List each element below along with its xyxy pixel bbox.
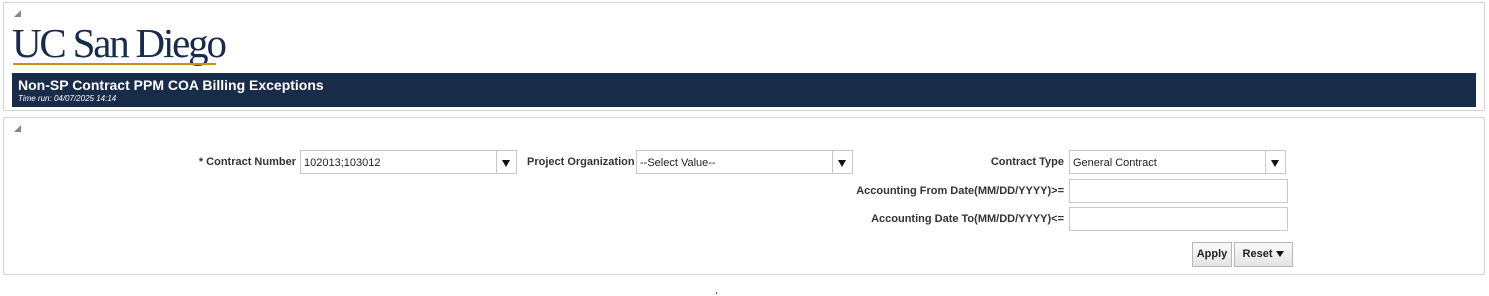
logo-underline — [13, 63, 216, 65]
report-header-panel: UC San Diego Non-SP Contract PPM COA Bil… — [3, 2, 1485, 111]
contract-type-label: Contract Type — [990, 156, 1064, 168]
project-organization-label: Project Organization — [527, 156, 635, 168]
accounting-date-to-label: Accounting Date To(MM/DD/YYYY)<= — [871, 213, 1064, 225]
project-organization-value: --Select Value-- — [640, 157, 716, 169]
contract-number-label: * Contract Number — [198, 156, 296, 168]
accounting-from-date-input[interactable] — [1069, 179, 1288, 203]
contract-number-value: 102013;103012 — [304, 157, 381, 169]
accounting-from-date-label: Accounting From Date(MM/DD/YYYY)>= — [856, 185, 1064, 197]
time-run-text: Time run: 04/07/2025 14:14 — [18, 94, 117, 103]
project-organization-dropdown-button[interactable] — [832, 151, 852, 173]
reset-button[interactable]: Reset — [1234, 242, 1293, 267]
accounting-date-to-input[interactable] — [1069, 207, 1288, 231]
report-title-bar: Non-SP Contract PPM COA Billing Exceptio… — [12, 73, 1476, 107]
dropdown-arrow-icon — [502, 160, 510, 167]
apply-button[interactable]: Apply — [1192, 242, 1232, 267]
contract-type-value: General Contract — [1073, 157, 1157, 169]
contract-type-select[interactable]: General Contract — [1069, 150, 1286, 174]
prompt-panel: * Contract Number 102013;103012 Project … — [3, 117, 1485, 275]
project-organization-select[interactable]: --Select Value-- — [636, 150, 853, 174]
reset-button-label: Reset — [1242, 248, 1273, 260]
report-title: Non-SP Contract PPM COA Billing Exceptio… — [18, 77, 324, 93]
dropdown-arrow-icon — [1271, 160, 1279, 167]
contract-type-dropdown-button[interactable] — [1265, 151, 1285, 173]
dropdown-arrow-icon — [838, 160, 846, 167]
collapse-prompts-icon[interactable] — [14, 125, 21, 132]
uc-san-diego-logo: UC San Diego — [12, 20, 227, 66]
contract-number-select[interactable]: 102013;103012 — [300, 150, 517, 174]
collapse-header-icon[interactable] — [14, 10, 21, 17]
contract-number-dropdown-button[interactable] — [496, 151, 516, 173]
chevron-down-icon — [1276, 251, 1285, 258]
page-dot — [716, 292, 717, 294]
